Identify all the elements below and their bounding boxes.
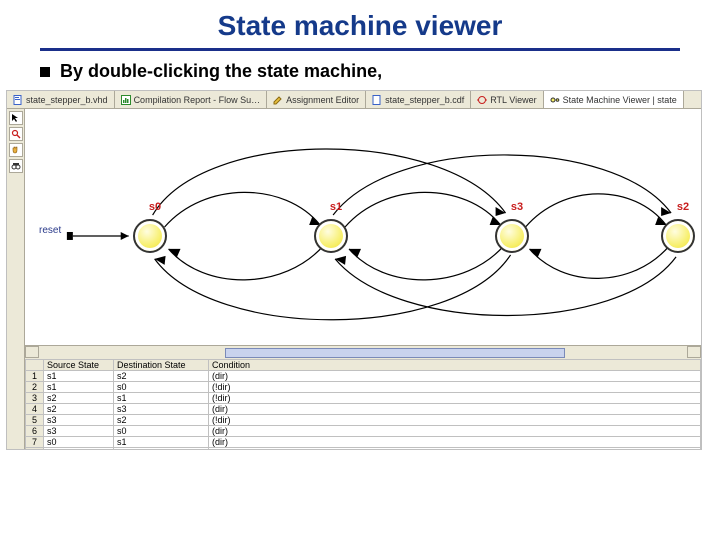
- cell-rownum: 7: [26, 437, 44, 448]
- table-row[interactable]: 8s0s3(!dir): [26, 448, 701, 450]
- cell-cond: (dir): [209, 404, 701, 415]
- transition-table: Source State Destination State Condition…: [25, 359, 701, 449]
- app-window: state_stepper_b.vhd Compilation Report -…: [6, 90, 702, 450]
- cell-dest: s3: [114, 448, 209, 450]
- rtl-icon: [477, 95, 487, 105]
- cell-dest: s0: [114, 382, 209, 393]
- state-s3[interactable]: [495, 219, 529, 253]
- cell-cond: (dir): [209, 371, 701, 382]
- col-cond: Condition: [209, 360, 701, 371]
- tab-label: Assignment Editor: [286, 95, 359, 105]
- table-row[interactable]: 5s3s2(!dir): [26, 415, 701, 426]
- cell-rownum: 1: [26, 371, 44, 382]
- tab-label: RTL Viewer: [490, 95, 536, 105]
- table-row[interactable]: 1s1s2(dir): [26, 371, 701, 382]
- table-row[interactable]: 4s2s3(dir): [26, 404, 701, 415]
- cell-dest: s2: [114, 415, 209, 426]
- state-label-s2: s2: [677, 201, 689, 213]
- cell-rownum: 6: [26, 426, 44, 437]
- cell-cond: (!dir): [209, 393, 701, 404]
- cell-source: s3: [44, 426, 114, 437]
- cell-source: s2: [44, 404, 114, 415]
- col-dest: Destination State: [114, 360, 209, 371]
- cell-dest: s1: [114, 393, 209, 404]
- state-label-s0: s0: [149, 201, 161, 213]
- cell-dest: s2: [114, 371, 209, 382]
- cell-dest: s1: [114, 437, 209, 448]
- tool-binoculars[interactable]: [9, 159, 23, 173]
- cell-source: s1: [44, 382, 114, 393]
- state-label-s3: s3: [511, 201, 523, 213]
- cell-cond: (!dir): [209, 382, 701, 393]
- cell-cond: (!dir): [209, 415, 701, 426]
- cell-dest: s0: [114, 426, 209, 437]
- col-rownum: [26, 360, 44, 371]
- scroll-thumb[interactable]: [225, 348, 565, 358]
- doc-icon: [372, 95, 382, 105]
- tool-pointer[interactable]: [9, 111, 23, 125]
- tab-vhd[interactable]: state_stepper_b.vhd: [7, 91, 115, 108]
- cell-source: s3: [44, 415, 114, 426]
- fsm-edges: [25, 109, 701, 345]
- table-row[interactable]: 6s3s0(dir): [26, 426, 701, 437]
- tab-rtl-viewer[interactable]: RTL Viewer: [471, 91, 543, 108]
- cell-rownum: 5: [26, 415, 44, 426]
- state-s1[interactable]: [314, 219, 348, 253]
- tab-compilation-report[interactable]: Compilation Report - Flow Su…: [115, 91, 268, 108]
- title-rule: [40, 48, 680, 51]
- tool-zoom[interactable]: [9, 127, 23, 141]
- cell-cond: (!dir): [209, 448, 701, 450]
- cell-rownum: 3: [26, 393, 44, 404]
- tab-label: State Machine Viewer | state: [563, 95, 677, 105]
- bullet-line: By double-clicking the state machine,: [0, 61, 720, 82]
- state-s2[interactable]: [661, 219, 695, 253]
- reset-label: reset: [39, 225, 61, 236]
- tab-label: state_stepper_b.vhd: [26, 95, 108, 105]
- report-icon: [121, 95, 131, 105]
- state-label-s1: s1: [330, 201, 342, 213]
- cell-cond: (dir): [209, 437, 701, 448]
- cell-source: s0: [44, 448, 114, 450]
- tab-state-machine-viewer[interactable]: State Machine Viewer | state: [544, 91, 684, 108]
- cell-source: s0: [44, 437, 114, 448]
- cell-rownum: 2: [26, 382, 44, 393]
- cell-rownum: 8: [26, 448, 44, 450]
- cell-rownum: 4: [26, 404, 44, 415]
- scroll-left-arrow-icon[interactable]: [25, 346, 39, 358]
- bullet-text: By double-clicking the state machine,: [60, 61, 382, 82]
- tab-label: Compilation Report - Flow Su…: [134, 95, 261, 105]
- tab-assignment-editor[interactable]: Assignment Editor: [267, 91, 366, 108]
- col-source: Source State: [44, 360, 114, 371]
- cell-source: s2: [44, 393, 114, 404]
- state-s0[interactable]: [133, 219, 167, 253]
- tab-label: state_stepper_b.cdf: [385, 95, 464, 105]
- tool-hand[interactable]: [9, 143, 23, 157]
- pencil-icon: [273, 95, 283, 105]
- page-title: State machine viewer: [0, 0, 720, 48]
- doc-icon: [13, 95, 23, 105]
- table-header-row: Source State Destination State Condition: [26, 360, 701, 371]
- cell-cond: (dir): [209, 426, 701, 437]
- horizontal-scrollbar[interactable]: [25, 345, 701, 359]
- tab-cdf[interactable]: state_stepper_b.cdf: [366, 91, 471, 108]
- tool-strip: [7, 109, 25, 449]
- bullet-square-icon: [40, 67, 50, 77]
- table-row[interactable]: 2s1s0(!dir): [26, 382, 701, 393]
- cell-source: s1: [44, 371, 114, 382]
- fsm-canvas[interactable]: reset s0 s1 s3 s2: [25, 109, 701, 345]
- tab-bar: state_stepper_b.vhd Compilation Report -…: [7, 91, 701, 109]
- scroll-right-arrow-icon[interactable]: [687, 346, 701, 358]
- table-row[interactable]: 7s0s1(dir): [26, 437, 701, 448]
- cell-dest: s3: [114, 404, 209, 415]
- fsm-icon: [550, 95, 560, 105]
- table-row[interactable]: 3s2s1(!dir): [26, 393, 701, 404]
